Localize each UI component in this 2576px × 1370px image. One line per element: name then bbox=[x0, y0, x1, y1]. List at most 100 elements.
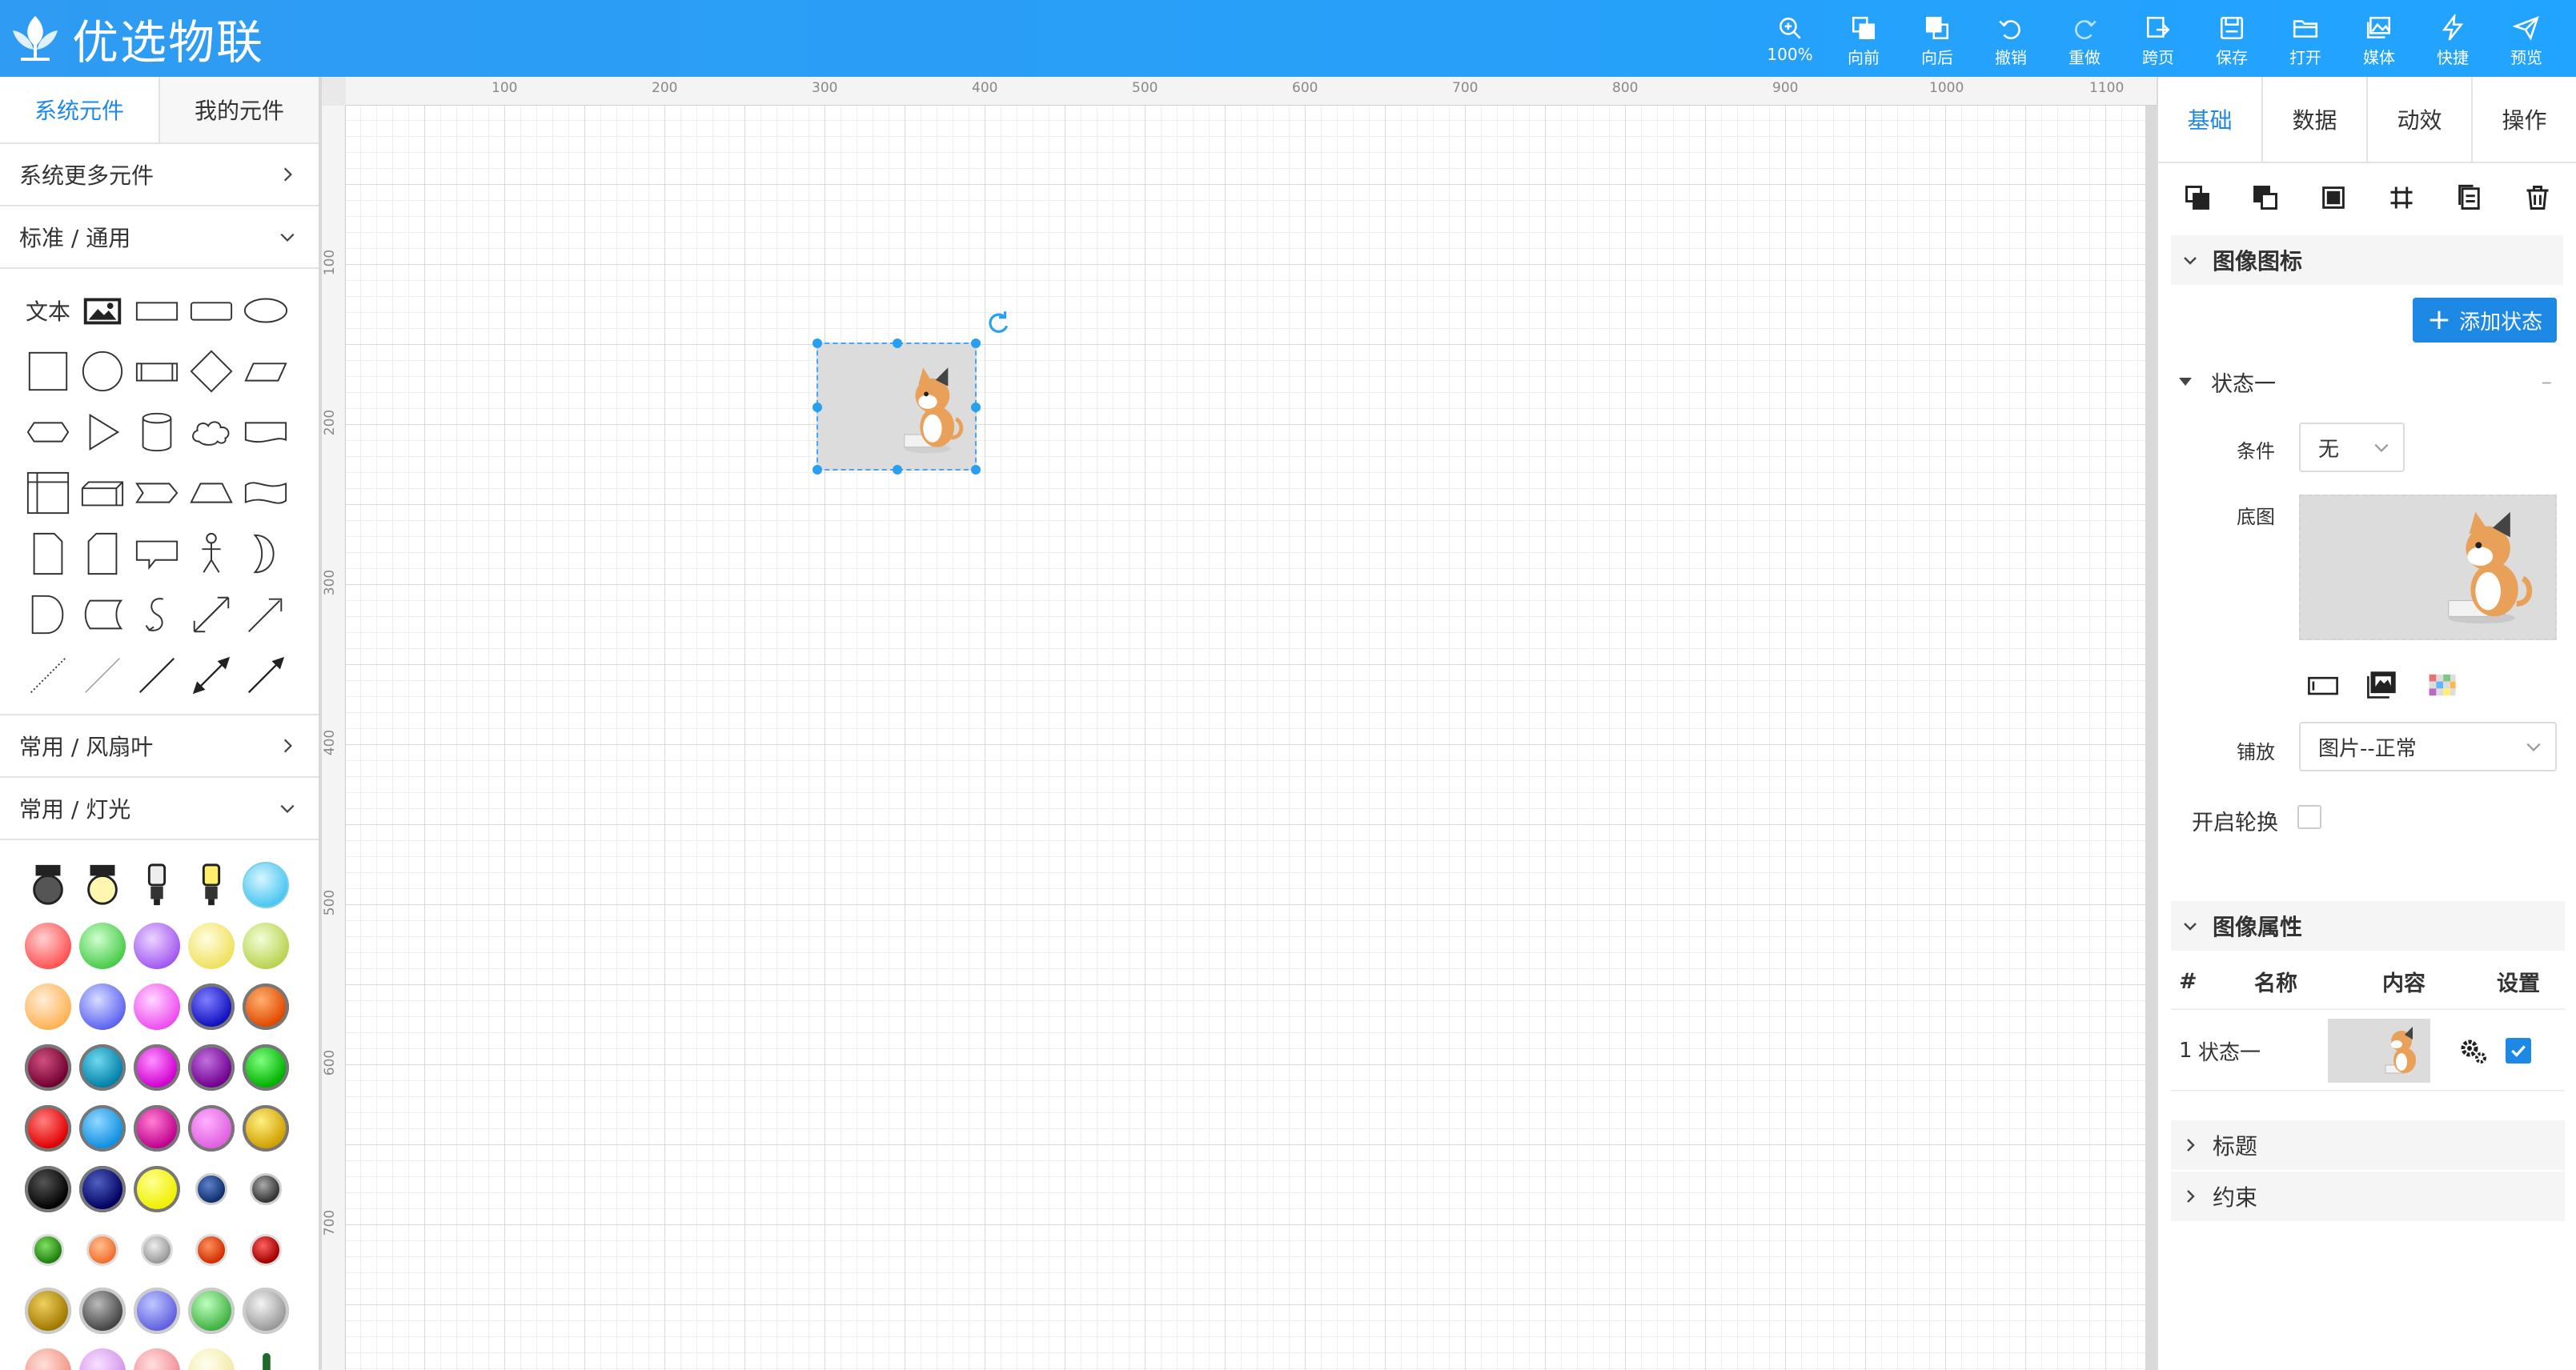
send-backward-icon[interactable] bbox=[2251, 183, 2280, 212]
shape-thin-line[interactable] bbox=[78, 651, 127, 700]
section-image-properties[interactable]: 图像属性 bbox=[2171, 901, 2565, 951]
light-small-crimson[interactable] bbox=[250, 1234, 282, 1266]
section-lights[interactable]: 常用 / 灯光 bbox=[0, 778, 319, 840]
copy-icon[interactable] bbox=[2455, 183, 2484, 212]
state-enabled-checkbox[interactable] bbox=[2506, 1038, 2531, 1064]
light-yellow[interactable] bbox=[188, 923, 235, 969]
shape-actor[interactable] bbox=[187, 529, 236, 579]
light-magenta[interactable] bbox=[134, 983, 180, 1030]
shape-square[interactable] bbox=[23, 347, 73, 396]
light-small-red-orange[interactable] bbox=[195, 1234, 227, 1266]
resize-handle-s[interactable] bbox=[893, 465, 902, 475]
transparent-bg-button[interactable] bbox=[2424, 667, 2459, 699]
light-orange[interactable] bbox=[25, 983, 71, 1030]
media-button[interactable]: 媒体 bbox=[2342, 10, 2416, 70]
shape-line[interactable] bbox=[132, 651, 182, 700]
bulb-off[interactable] bbox=[132, 860, 182, 910]
light-dark-blue-ring[interactable] bbox=[188, 983, 235, 1030]
shape-triangle[interactable] bbox=[78, 407, 127, 457]
shape-rectangle[interactable] bbox=[132, 286, 182, 335]
redo-button[interactable]: 重做 bbox=[2048, 10, 2121, 70]
light-graphite-ring[interactable] bbox=[79, 1288, 126, 1334]
resize-handle-e[interactable] bbox=[971, 403, 981, 412]
shape-card[interactable] bbox=[78, 468, 127, 518]
design-canvas[interactable]: 100 200 300 400 500 600 700 800 900 1000… bbox=[322, 77, 2157, 1370]
shape-data-storage[interactable] bbox=[78, 590, 127, 639]
vertical-scrollbar[interactable] bbox=[2145, 106, 2157, 1370]
shape-cylinder[interactable] bbox=[132, 407, 182, 457]
light-fuchsia-ring[interactable] bbox=[134, 1105, 180, 1152]
light-blue[interactable] bbox=[79, 983, 126, 1030]
shape-callout[interactable] bbox=[132, 529, 182, 579]
bring-forward-icon[interactable] bbox=[2183, 183, 2212, 212]
section-standard-general[interactable]: 标准 / 通用 bbox=[0, 206, 319, 269]
shape-tape[interactable] bbox=[241, 468, 291, 518]
section-constraint[interactable]: 约束 bbox=[2171, 1172, 2565, 1221]
zoom-button[interactable]: 100% bbox=[1753, 10, 1827, 70]
resize-handle-sw[interactable] bbox=[813, 465, 822, 475]
shape-rounded-rectangle[interactable] bbox=[187, 286, 236, 335]
light-olive-ring[interactable] bbox=[25, 1288, 71, 1334]
section-image-icon[interactable]: 图像图标 bbox=[2171, 235, 2563, 285]
shape-step[interactable] bbox=[132, 468, 182, 518]
shape-text[interactable]: 文本 bbox=[23, 286, 73, 335]
background-image-preview[interactable] bbox=[2299, 495, 2557, 640]
rotate-handle-icon[interactable] bbox=[985, 309, 1012, 336]
light-small-green[interactable] bbox=[32, 1234, 64, 1266]
selected-image-element[interactable] bbox=[813, 338, 981, 475]
light-cyan[interactable] bbox=[243, 862, 289, 908]
shape-ellipse[interactable] bbox=[241, 286, 291, 335]
section-title[interactable]: 标题 bbox=[2171, 1120, 2565, 1170]
shape-bidirectional-arrow[interactable] bbox=[187, 590, 236, 639]
preview-button[interactable]: 预览 bbox=[2490, 10, 2563, 70]
lamp-on[interactable] bbox=[78, 860, 127, 910]
light-orchid-ring[interactable] bbox=[188, 1105, 235, 1152]
light-silver-ring[interactable] bbox=[243, 1288, 289, 1334]
resize-handle-se[interactable] bbox=[971, 465, 981, 475]
light-black-ring[interactable] bbox=[25, 1166, 71, 1212]
shape-hexagon[interactable] bbox=[23, 407, 73, 457]
light-sky-ring[interactable] bbox=[79, 1105, 126, 1152]
tab-my-components[interactable]: 我的元件 bbox=[160, 77, 319, 142]
shape-process[interactable] bbox=[132, 347, 182, 396]
tab-operation[interactable]: 操作 bbox=[2471, 77, 2576, 162]
cross-page-button[interactable]: 跨页 bbox=[2121, 10, 2195, 70]
light-rose[interactable] bbox=[134, 1348, 180, 1370]
collapse-state-button[interactable]: – bbox=[2542, 370, 2553, 395]
light-orange-ring[interactable] bbox=[243, 983, 289, 1030]
shape-arrow-line[interactable] bbox=[241, 651, 291, 700]
section-more-system-components[interactable]: 系统更多元件 bbox=[0, 144, 319, 206]
choose-image-button[interactable] bbox=[2365, 667, 2400, 699]
shape-card-corner[interactable] bbox=[78, 529, 127, 579]
light-maroon-ring[interactable] bbox=[25, 1044, 71, 1091]
light-yellow-ring[interactable] bbox=[134, 1166, 180, 1212]
shape-trapezoid[interactable] bbox=[187, 468, 236, 518]
shape-dotted-line[interactable] bbox=[23, 651, 73, 700]
state-one-header[interactable]: 状态一 – bbox=[2171, 359, 2565, 405]
light-salmon[interactable] bbox=[25, 1348, 71, 1370]
tab-system-components[interactable]: 系统元件 bbox=[0, 77, 160, 142]
gear-icon[interactable] bbox=[2458, 1035, 2490, 1067]
send-backward-button[interactable]: 向后 bbox=[1900, 10, 1974, 70]
shape-image[interactable] bbox=[78, 286, 127, 335]
light-navy-ring[interactable] bbox=[79, 1166, 126, 1212]
light-red[interactable] bbox=[25, 923, 71, 969]
add-state-button[interactable]: + 添加状态 bbox=[2413, 298, 2557, 342]
light-lime[interactable] bbox=[243, 923, 289, 969]
tile-mode-select[interactable]: 图片--正常 bbox=[2299, 722, 2557, 771]
light-mint-ring[interactable] bbox=[188, 1288, 235, 1334]
carousel-checkbox[interactable] bbox=[2297, 805, 2321, 829]
light-cactus[interactable] bbox=[241, 1347, 291, 1370]
light-violet-ring[interactable] bbox=[188, 1044, 235, 1091]
shape-arrow[interactable] bbox=[241, 590, 291, 639]
group-icon[interactable] bbox=[2319, 183, 2348, 212]
light-small-navy[interactable] bbox=[195, 1173, 227, 1205]
section-fan-blades[interactable]: 常用 / 风扇叶 bbox=[0, 715, 319, 778]
shape-parallelogram[interactable] bbox=[241, 347, 291, 396]
shape-curve[interactable] bbox=[132, 590, 182, 639]
light-green[interactable] bbox=[79, 923, 126, 969]
light-purple[interactable] bbox=[134, 923, 180, 969]
tab-animation[interactable]: 动效 bbox=[2366, 77, 2471, 162]
resize-handle-n[interactable] bbox=[893, 338, 902, 348]
shape-document[interactable] bbox=[241, 407, 291, 457]
